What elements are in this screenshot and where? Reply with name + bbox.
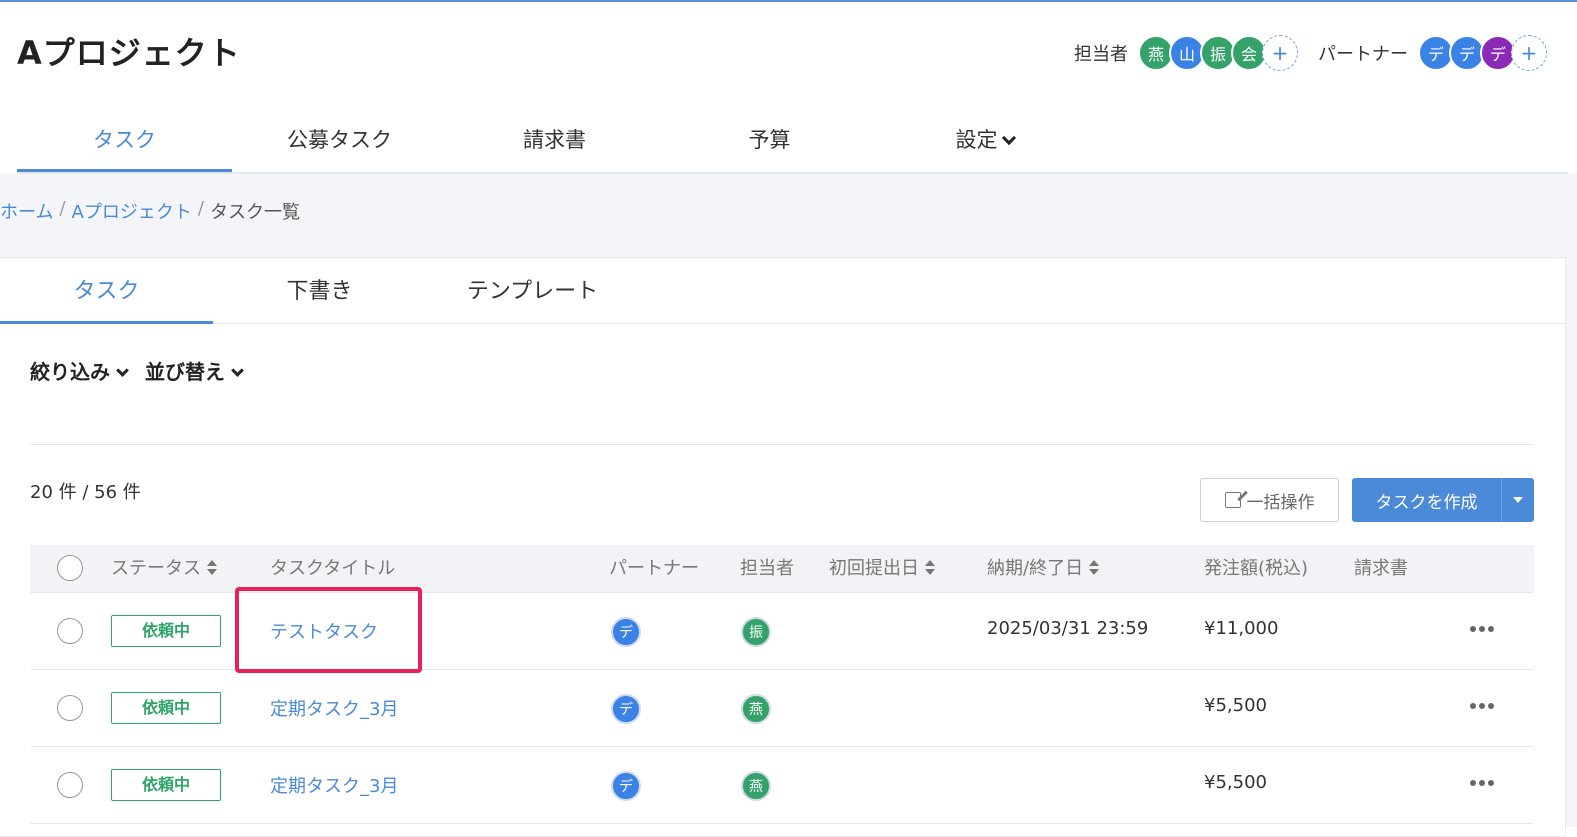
- tab-settings[interactable]: 設定: [877, 112, 1092, 172]
- sort-icon: [925, 560, 935, 576]
- partner-avatar: デ: [611, 694, 641, 724]
- subtab-tasks[interactable]: タスク: [0, 258, 213, 324]
- column-label: 納期/終了日: [987, 558, 1084, 579]
- tab-label: 請求書: [523, 128, 586, 152]
- sort-icon: [207, 560, 217, 576]
- filter-label: 絞り込み: [30, 360, 110, 384]
- breadcrumb-current: タスク一覧: [209, 202, 300, 223]
- tab-public-tasks[interactable]: 公募タスク: [232, 112, 447, 172]
- sort-dropdown[interactable]: 並び替え: [145, 356, 244, 385]
- tab-budget[interactable]: 予算: [662, 112, 877, 172]
- create-task-dropdown-toggle[interactable]: [1501, 478, 1534, 522]
- bulk-action-label: 一括操作: [1246, 492, 1315, 513]
- column-due[interactable]: 納期/終了日: [987, 545, 1100, 593]
- row-select-radio[interactable]: [57, 618, 83, 644]
- breadcrumb: ホーム / Aプロジェクト / タスク一覧: [0, 198, 300, 224]
- breadcrumb-separator: /: [197, 198, 204, 219]
- chevron-down-icon: [231, 364, 244, 377]
- chevron-down-icon: [1001, 130, 1016, 146]
- column-first-submit[interactable]: 初回提出日: [829, 545, 935, 593]
- row-select-radio[interactable]: [57, 772, 83, 798]
- task-list-card: タスク 下書き テンプレート 絞り込み 並び替え 20 件 / 56 件 一括操…: [0, 257, 1566, 837]
- due-date: 2025/03/31 23:59: [987, 618, 1149, 639]
- project-members: 担当者 燕 山 振 会 + パートナー デ デ デ +: [1074, 34, 1547, 72]
- add-partner-button[interactable]: +: [1511, 35, 1547, 71]
- tab-invoices[interactable]: 請求書: [447, 112, 662, 172]
- column-label: ステータス: [111, 558, 201, 579]
- select-all-radio[interactable]: [57, 555, 83, 581]
- column-amount: 発注額(税込): [1204, 558, 1309, 579]
- table-row: 依頼中 定期タスク_3月 デ 燕 ¥5,500: [30, 747, 1534, 824]
- project-header: Aプロジェクト 担当者 燕 山 振 会 + パートナー デ デ デ +: [0, 2, 1577, 102]
- more-options-icon[interactable]: [1470, 703, 1494, 709]
- highlight-annotation: [235, 587, 422, 673]
- column-partner: パートナー: [609, 558, 699, 579]
- more-options-icon[interactable]: [1470, 780, 1494, 786]
- project-title: Aプロジェクト: [17, 34, 241, 72]
- tab-label: 公募タスク: [287, 128, 392, 152]
- chevron-down-icon: [116, 364, 129, 377]
- table-row: 依頼中 定期タスク_3月 デ 燕 ¥5,500: [30, 670, 1534, 747]
- task-title-link[interactable]: 定期タスク_3月: [270, 772, 398, 798]
- subtab-drafts[interactable]: 下書き: [213, 258, 426, 324]
- status-badge: 依頼中: [111, 615, 221, 647]
- tab-tasks[interactable]: タスク: [17, 112, 232, 172]
- assignee-avatars: 燕 山 振 会 +: [1138, 35, 1298, 71]
- column-invoice: 請求書: [1354, 558, 1408, 579]
- bulk-action-button[interactable]: 一括操作: [1200, 478, 1339, 522]
- filter-dropdown[interactable]: 絞り込み: [30, 356, 129, 385]
- breadcrumb-project[interactable]: Aプロジェクト: [72, 198, 192, 224]
- sub-tabs: タスク 下書き テンプレート: [0, 258, 1566, 324]
- partner-group-label: パートナー: [1318, 44, 1408, 65]
- subtab-label: タスク: [73, 279, 140, 304]
- status-badge: 依頼中: [111, 769, 221, 801]
- edit-icon: [1224, 492, 1241, 508]
- subtab-label: テンプレート: [466, 279, 599, 304]
- main-nav: タスク 公募タスク 請求書 予算 設定: [17, 112, 1568, 174]
- column-label: 初回提出日: [829, 558, 919, 579]
- divider: [30, 444, 1534, 445]
- filter-bar: 絞り込み 並び替え: [30, 356, 244, 385]
- partner-avatars: デ デ デ +: [1418, 35, 1547, 71]
- subtab-templates[interactable]: テンプレート: [426, 258, 639, 324]
- breadcrumb-home[interactable]: ホーム: [0, 198, 53, 224]
- caret-down-icon: [1513, 497, 1523, 503]
- tab-label: タスク: [93, 128, 156, 152]
- row-select-radio[interactable]: [57, 695, 83, 721]
- more-options-icon[interactable]: [1470, 626, 1494, 632]
- column-title: タスクタイトル: [270, 558, 396, 579]
- add-assignee-button[interactable]: +: [1262, 35, 1298, 71]
- assignee-avatar: 燕: [741, 694, 771, 724]
- table-header: ステータス タスクタイトル パートナー 担当者 初回提出日 納期/終了日 発注額…: [30, 545, 1534, 593]
- status-badge: 依頼中: [111, 692, 221, 724]
- subtab-label: 下書き: [286, 279, 353, 304]
- task-title-link[interactable]: 定期タスク_3月: [270, 695, 398, 721]
- assignee-avatar: 振: [741, 617, 771, 647]
- partner-avatar: デ: [611, 617, 641, 647]
- order-amount: ¥11,000: [1204, 618, 1279, 639]
- create-task-label: タスクを作成: [1375, 492, 1478, 513]
- partner-avatar: デ: [611, 771, 641, 801]
- sort-icon: [1089, 560, 1100, 576]
- order-amount: ¥5,500: [1204, 772, 1267, 793]
- assignee-avatar: 燕: [741, 771, 771, 801]
- tab-label: 設定: [955, 128, 998, 152]
- order-amount: ¥5,500: [1204, 695, 1267, 716]
- sort-label: 並び替え: [145, 360, 225, 384]
- breadcrumb-separator: /: [59, 198, 66, 219]
- create-task-button[interactable]: タスクを作成: [1352, 478, 1501, 522]
- column-status[interactable]: ステータス: [111, 545, 217, 593]
- tab-label: 予算: [748, 128, 791, 152]
- result-count: 20 件 / 56 件: [30, 482, 141, 503]
- column-assignee: 担当者: [740, 558, 794, 579]
- assignee-group-label: 担当者: [1074, 44, 1128, 65]
